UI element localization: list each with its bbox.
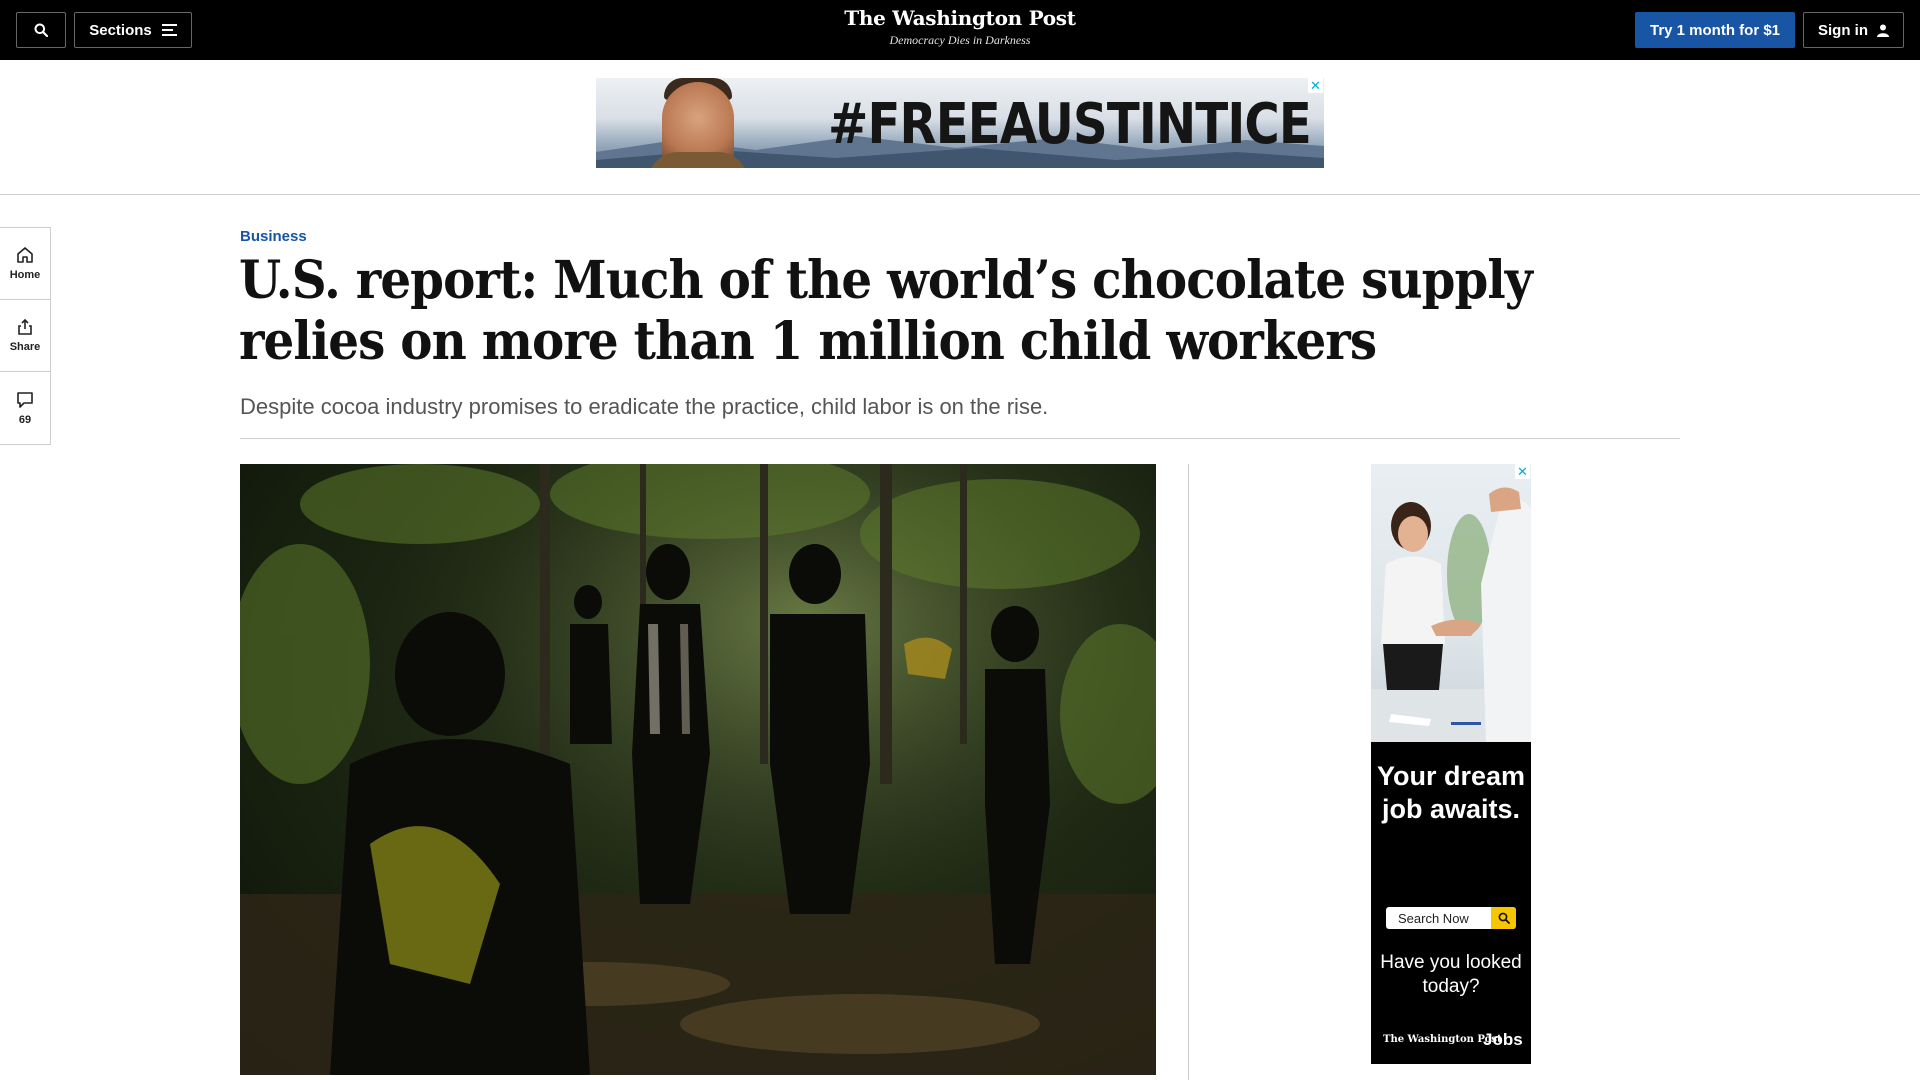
- search-icon: [34, 23, 48, 37]
- sections-button[interactable]: Sections: [74, 12, 192, 48]
- ad-search-button[interactable]: [1491, 907, 1516, 929]
- rail-home-label: Home: [9, 269, 41, 281]
- sections-label: Sections: [89, 21, 152, 39]
- share-icon: [18, 318, 32, 335]
- ad-product-label: Jobs: [1483, 1030, 1523, 1049]
- header-divider: [240, 438, 1680, 439]
- jobs-side-ad[interactable]: Your dream job awaits. Search Now Have y…: [1371, 464, 1531, 1064]
- sign-in-label: Sign in: [1818, 21, 1868, 39]
- article-side-rail: Home Share 69: [0, 227, 51, 445]
- column-divider: [1188, 464, 1189, 1080]
- menu-icon: [161, 24, 177, 36]
- search-icon: [1498, 912, 1510, 924]
- logo-tagline: Democracy Dies in Darkness: [889, 33, 1031, 47]
- rail-share-button[interactable]: Share: [0, 300, 50, 372]
- ad-search-placeholder: Search Now: [1398, 911, 1469, 926]
- rail-comments-button[interactable]: 69: [0, 372, 50, 444]
- banner-ad-text: #FREEAUSTINTICE: [828, 92, 1312, 157]
- article-headline: U.S. report: Much of the world’s chocola…: [239, 250, 1533, 372]
- ad-search-field[interactable]: Search Now: [1386, 907, 1516, 929]
- top-navigation: Sections The Washington Post Democracy D…: [0, 0, 1920, 60]
- ad-subtext: Have you looked today?: [1380, 952, 1522, 997]
- user-icon: [1877, 24, 1889, 37]
- subscribe-label: Try 1 month for $1: [1649, 21, 1781, 39]
- comment-icon: [17, 391, 33, 408]
- section-kicker[interactable]: Business: [240, 228, 307, 245]
- search-button[interactable]: [16, 12, 66, 48]
- handshake-scene: [1371, 487, 1531, 742]
- logo-title: The Washington Post: [844, 6, 1076, 30]
- close-ad-icon[interactable]: ✕: [1308, 78, 1323, 93]
- rail-comments-count: 69: [18, 413, 32, 426]
- handshake-photo: [1371, 464, 1531, 742]
- subscribe-button[interactable]: Try 1 month for $1: [1635, 12, 1795, 48]
- article-subheadline: Despite cocoa industry promises to eradi…: [240, 394, 1049, 419]
- rail-home-button[interactable]: Home: [0, 228, 50, 300]
- close-ad-icon[interactable]: ✕: [1515, 464, 1530, 479]
- home-icon: [17, 247, 33, 263]
- top-banner-ad[interactable]: #FREEAUSTINTICE: [596, 78, 1324, 168]
- sign-in-button[interactable]: Sign in: [1803, 12, 1904, 48]
- site-logo[interactable]: The Washington Post Democracy Dies in Da…: [760, 6, 1160, 48]
- ad-headline: Your dream job awaits.: [1376, 761, 1526, 824]
- lead-photo[interactable]: [240, 464, 1156, 1075]
- rail-share-label: Share: [9, 341, 41, 353]
- lead-photo-scene: [240, 464, 1156, 1075]
